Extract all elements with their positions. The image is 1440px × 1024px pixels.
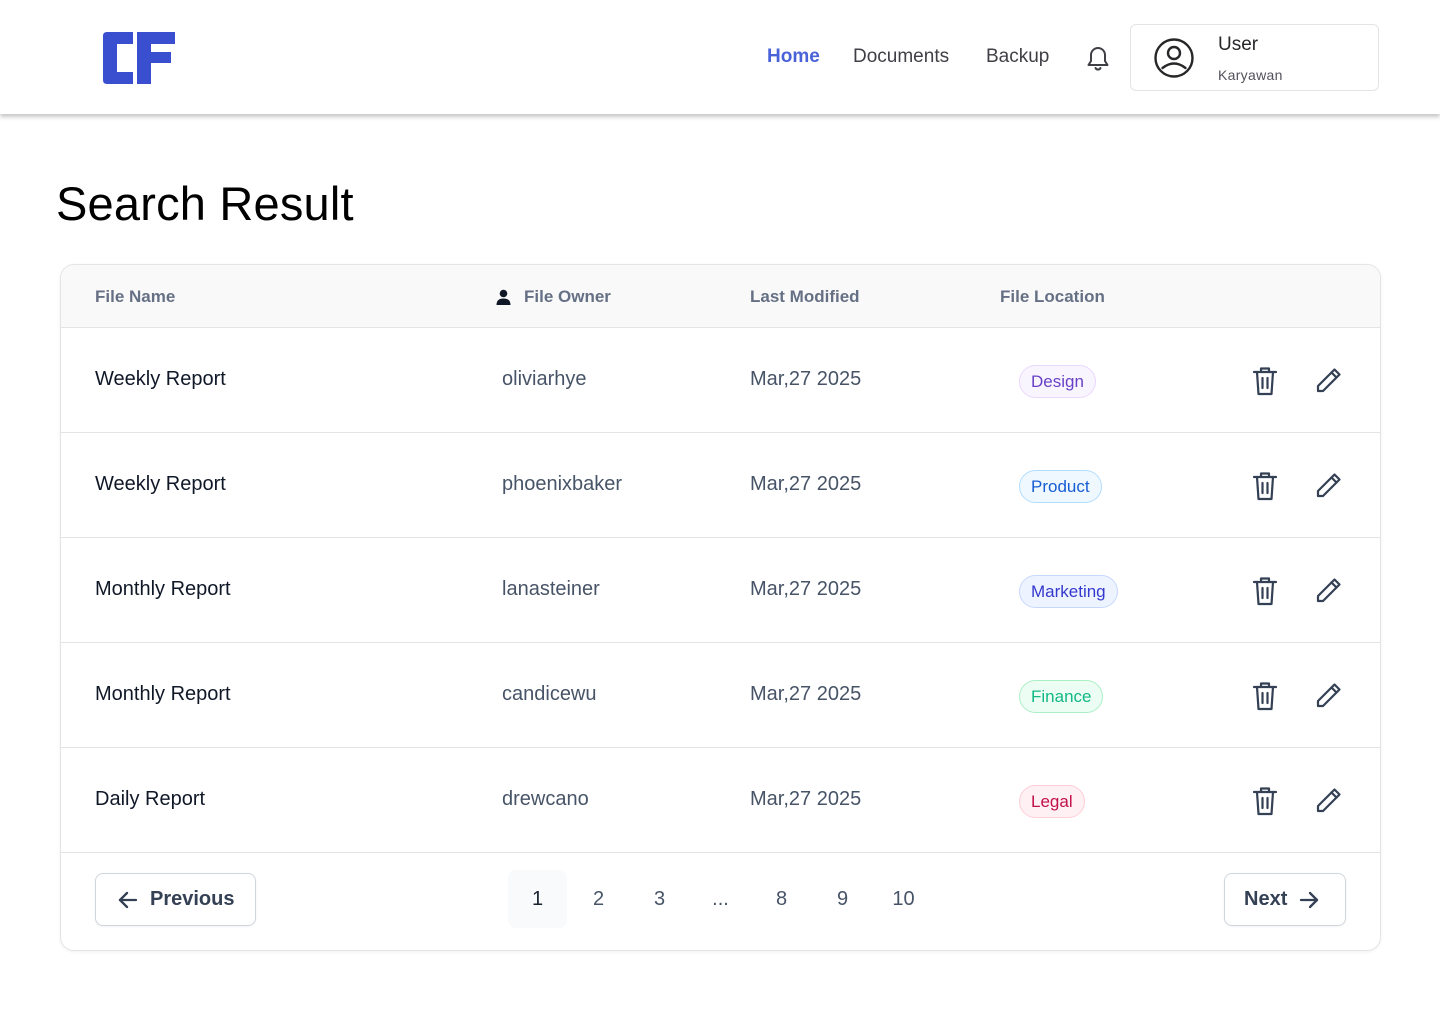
column-header-file-name[interactable]: File Name (95, 287, 175, 307)
page-title: Search Result (56, 177, 354, 230)
nav-home[interactable]: Home (767, 46, 820, 68)
table-row[interactable]: Monthly Report candicewu Mar,27 2025 Fin… (61, 643, 1380, 748)
table-row[interactable]: Weekly Report phoenixbaker Mar,27 2025 P… (61, 433, 1380, 538)
column-header-file-owner[interactable]: File Owner (495, 287, 611, 307)
table-row[interactable]: Daily Report drewcano Mar,27 2025 Legal (61, 748, 1380, 853)
top-header: Home Documents Backup User Karyawan (0, 0, 1440, 114)
pencil-icon[interactable] (1313, 679, 1345, 713)
location-badge: Marketing (1019, 575, 1118, 608)
file-name[interactable]: Daily Report (95, 788, 205, 811)
trash-icon[interactable] (1249, 469, 1281, 503)
next-label: Next (1244, 888, 1288, 910)
trash-icon[interactable] (1249, 364, 1281, 398)
file-name[interactable]: Monthly Report (95, 683, 231, 706)
location-badge: Product (1019, 470, 1102, 503)
page-button[interactable]: 2 (569, 870, 628, 928)
table-row[interactable]: Monthly Report lanasteiner Mar,27 2025 M… (61, 538, 1380, 643)
arrow-left-icon (118, 891, 138, 908)
page-button-current[interactable]: 1 (508, 870, 567, 928)
user-role: Karyawan (1218, 67, 1283, 83)
arrow-right-icon (1300, 891, 1319, 908)
last-modified: Mar,27 2025 (750, 788, 862, 810)
page-button[interactable]: 8 (752, 870, 811, 928)
column-header-last-modified[interactable]: Last Modified (750, 287, 860, 307)
pencil-icon[interactable] (1313, 364, 1345, 398)
file-owner: oliviarhye (502, 368, 587, 390)
previous-button[interactable]: Previous (95, 873, 256, 926)
location-badge: Finance (1019, 680, 1104, 713)
page-button[interactable]: 3 (630, 870, 689, 928)
trash-icon[interactable] (1249, 679, 1281, 713)
table-header: File Name File Owner Last Modified File … (61, 265, 1380, 328)
page-button[interactable]: 10 (874, 870, 933, 928)
column-header-file-owner-label: File Owner (524, 287, 611, 306)
last-modified: Mar,27 2025 (750, 368, 862, 390)
nav-backup[interactable]: Backup (986, 46, 1049, 68)
location-badge: Legal (1019, 785, 1085, 818)
cf-logo[interactable] (99, 30, 177, 86)
trash-icon[interactable] (1249, 784, 1281, 818)
user-circle-icon (1154, 38, 1194, 78)
file-name[interactable]: Monthly Report (95, 578, 231, 601)
user-profile-card[interactable]: User Karyawan (1130, 24, 1379, 91)
pencil-icon[interactable] (1313, 784, 1345, 818)
page-button[interactable]: 9 (813, 870, 872, 928)
location-badge: Design (1019, 365, 1096, 398)
nav-documents[interactable]: Documents (853, 46, 949, 68)
file-name[interactable]: Weekly Report (95, 473, 226, 496)
last-modified: Mar,27 2025 (750, 473, 862, 495)
table-row[interactable]: Weekly Report oliviarhye Mar,27 2025 Des… (61, 328, 1380, 433)
results-table: File Name File Owner Last Modified File … (60, 264, 1381, 951)
last-modified: Mar,27 2025 (750, 578, 862, 600)
bell-icon[interactable] (1085, 44, 1111, 72)
pencil-icon[interactable] (1313, 574, 1345, 608)
file-owner: drewcano (502, 788, 589, 810)
column-header-file-location[interactable]: File Location (1000, 287, 1105, 307)
page-ellipsis: ... (712, 887, 729, 910)
pencil-icon[interactable] (1313, 469, 1345, 503)
file-owner: phoenixbaker (502, 473, 623, 495)
last-modified: Mar,27 2025 (750, 683, 862, 705)
person-icon (496, 289, 511, 305)
file-owner: lanasteiner (502, 578, 600, 600)
next-button[interactable]: Next (1224, 873, 1346, 926)
trash-icon[interactable] (1249, 574, 1281, 608)
pagination: Previous 1 2 3 ... 8 9 10 Next (61, 853, 1380, 950)
user-name: User (1218, 34, 1259, 55)
file-name[interactable]: Weekly Report (95, 368, 226, 391)
file-owner: candicewu (502, 683, 597, 705)
previous-label: Previous (150, 888, 235, 910)
